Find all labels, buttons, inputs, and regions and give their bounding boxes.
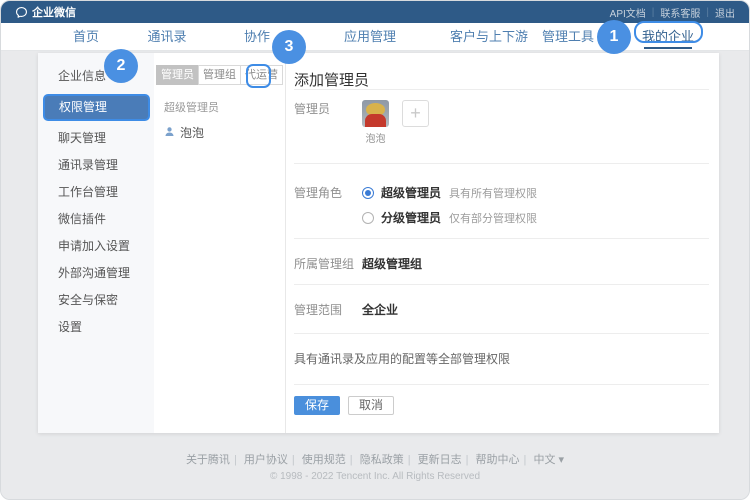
tab-admins[interactable]: 管理员 [156, 65, 199, 85]
nav-item-tools[interactable]: 管理工具 [542, 23, 594, 51]
sidebar-item-external-comm[interactable]: 外部沟通管理 [38, 260, 154, 287]
sidebar-item-security[interactable]: 安全与保密 [38, 287, 154, 314]
nav-item-label: 我的企业 [641, 29, 695, 44]
page-body: 企业信息 权限管理 聊天管理 通讯录管理 工作台管理 微信插件 申请加入设置 外… [1, 51, 749, 499]
footer-link-privacy[interactable]: 隐私政策 [360, 454, 404, 466]
admin-tabs: 管理员 管理组 代运营 + [156, 65, 301, 85]
group-field-label: 所属管理组 [294, 257, 355, 271]
sidebar-item-wechat-plugin[interactable]: 微信插件 [38, 206, 154, 233]
footer-link-terms[interactable]: 用户协议 [244, 454, 288, 466]
form-actions: 保存 取消 [294, 396, 709, 415]
role-name: 超级管理员 [381, 186, 442, 200]
annotation-step-1: 1 [597, 20, 631, 54]
divider: | [407, 454, 411, 466]
radio-selected-icon[interactable] [362, 186, 374, 199]
avatar [362, 100, 389, 127]
scope-field-label: 管理范围 [294, 303, 343, 317]
group-field-row: 所属管理组 超级管理组 [294, 255, 709, 271]
nav-item-customers[interactable]: 客户与上下游 [450, 23, 528, 51]
main-nav: 首页 通讯录 协作 应用管理 客户与上下游 管理工具 我的企业 [1, 23, 749, 51]
avatar-shirt-shape [365, 114, 386, 127]
copyright: © 1998 - 2022 Tencent Inc. All Rights Re… [269, 471, 481, 482]
footer-link-changelog[interactable]: 更新日志 [418, 454, 462, 466]
sidebar-item-settings[interactable]: 设置 [38, 314, 154, 341]
nav-item-contacts[interactable]: 通讯录 [147, 23, 186, 51]
admin-field-label: 管理员 [294, 102, 331, 116]
logout-link[interactable]: 退出 [715, 5, 735, 20]
role-field-row: 管理角色 超级管理员 具有所有管理权限 分级管理员 仅有部分管理权限 [294, 184, 709, 234]
footer-link-rules[interactable]: 使用规范 [302, 454, 346, 466]
cancel-button[interactable]: 取消 [348, 396, 395, 415]
app-window: 企业微信 API文档 | 联系客服 | 退出 首页 通讯录 协作 应用管理 客户… [0, 0, 750, 500]
avatar-name: 泡泡 [365, 134, 386, 145]
role-option-scoped[interactable]: 分级管理员 仅有部分管理权限 [362, 209, 537, 226]
annotation-step-2: 2 [104, 49, 138, 83]
tab-groups[interactable]: 管理组 [198, 65, 241, 85]
selected-admin: 泡泡 [362, 100, 392, 145]
divider: | [651, 6, 655, 18]
brand: 企业微信 [15, 4, 76, 20]
admin-list-item[interactable]: 泡泡 [164, 124, 279, 141]
save-button[interactable]: 保存 [294, 396, 341, 415]
divider: | [349, 454, 353, 466]
admin-field-row: 管理员 泡泡 + [294, 100, 709, 145]
sidebar-item-chat-mgmt[interactable]: 聊天管理 [38, 125, 154, 152]
group-field-value: 超级管理组 [362, 257, 423, 271]
topbar: 企业微信 API文档 | 联系客服 | 退出 [1, 1, 749, 23]
footer: 关于腾讯 | 用户协议 | 使用规范 | 隐私政策 | 更新日志 | 帮助中心 | 中文 ▾… [1, 451, 749, 482]
tab-agency[interactable]: 代运营 [240, 65, 283, 85]
divider: | [465, 454, 469, 466]
nav-item-my-company[interactable]: 我的企业 [642, 23, 694, 51]
language-selector[interactable]: 中文 ▾ [533, 454, 564, 466]
sidebar-item-workbench-mgmt[interactable]: 工作台管理 [38, 179, 154, 206]
divider [294, 333, 709, 334]
brand-name: 企业微信 [32, 7, 76, 19]
sidebar-item-join-settings[interactable]: 申请加入设置 [38, 233, 154, 260]
divider [294, 238, 709, 239]
admin-group-header: 超级管理员 [164, 102, 219, 114]
role-desc: 仅有部分管理权限 [449, 212, 538, 225]
footer-link-about[interactable]: 关于腾讯 [186, 454, 230, 466]
scope-field-row: 管理范围 全企业 [294, 301, 709, 317]
content-card: 企业信息 权限管理 聊天管理 通讯录管理 工作台管理 微信插件 申请加入设置 外… [38, 53, 719, 433]
person-icon [164, 126, 175, 140]
contact-support-link[interactable]: 联系客服 [660, 5, 700, 20]
add-admin-form: 添加管理员 管理员 泡泡 + 管理角色 超级管理员 具有所有管理权限 分级管理员… [286, 53, 719, 433]
nav-item-apps[interactable]: 应用管理 [344, 23, 396, 51]
role-option-super[interactable]: 超级管理员 具有所有管理权限 [362, 184, 537, 201]
divider: | [233, 454, 237, 466]
admin-list-panel: 管理员 管理组 代运营 + 超级管理员 泡泡 [154, 53, 301, 433]
topbar-links: API文档 | 联系客服 | 退出 [610, 5, 735, 20]
role-options: 超级管理员 具有所有管理权限 分级管理员 仅有部分管理权限 [362, 184, 537, 234]
sidebar-item-permissions[interactable]: 权限管理 [43, 94, 150, 121]
footer-links: 关于腾讯 | 用户协议 | 使用规范 | 隐私政策 | 更新日志 | 帮助中心 | 中文 ▾ [1, 451, 749, 467]
sidebar-item-contacts-mgmt[interactable]: 通讯录管理 [38, 152, 154, 179]
add-member-tile-button[interactable]: + [402, 100, 429, 127]
divider: | [291, 454, 295, 466]
divider: | [706, 6, 709, 18]
admin-member-name: 泡泡 [180, 126, 205, 140]
role-desc: 具有所有管理权限 [449, 187, 538, 200]
role-field-label: 管理角色 [294, 186, 343, 200]
divider: | [523, 454, 527, 466]
divider [294, 284, 709, 285]
divider [294, 163, 709, 164]
api-docs-link[interactable]: API文档 [610, 5, 646, 20]
radio-unselected-icon[interactable] [362, 211, 374, 224]
page-title: 添加管理员 [294, 72, 370, 89]
footer-link-help[interactable]: 帮助中心 [476, 454, 520, 466]
role-name: 分级管理员 [381, 211, 442, 225]
nav-item-collab[interactable]: 协作 [244, 23, 270, 51]
permissions-note: 具有通讯录及应用的配置等全部管理权限 [294, 352, 511, 366]
divider [294, 384, 709, 385]
active-tab-underline [643, 47, 693, 49]
scope-field-value: 全企业 [362, 303, 399, 317]
nav-item-home[interactable]: 首页 [73, 23, 99, 51]
settings-sidebar: 企业信息 权限管理 聊天管理 通讯录管理 工作台管理 微信插件 申请加入设置 外… [38, 53, 154, 433]
annotation-step-3: 3 [272, 30, 306, 64]
wework-logo-icon [15, 6, 28, 19]
admin-avatar-group: 泡泡 + [362, 100, 429, 145]
